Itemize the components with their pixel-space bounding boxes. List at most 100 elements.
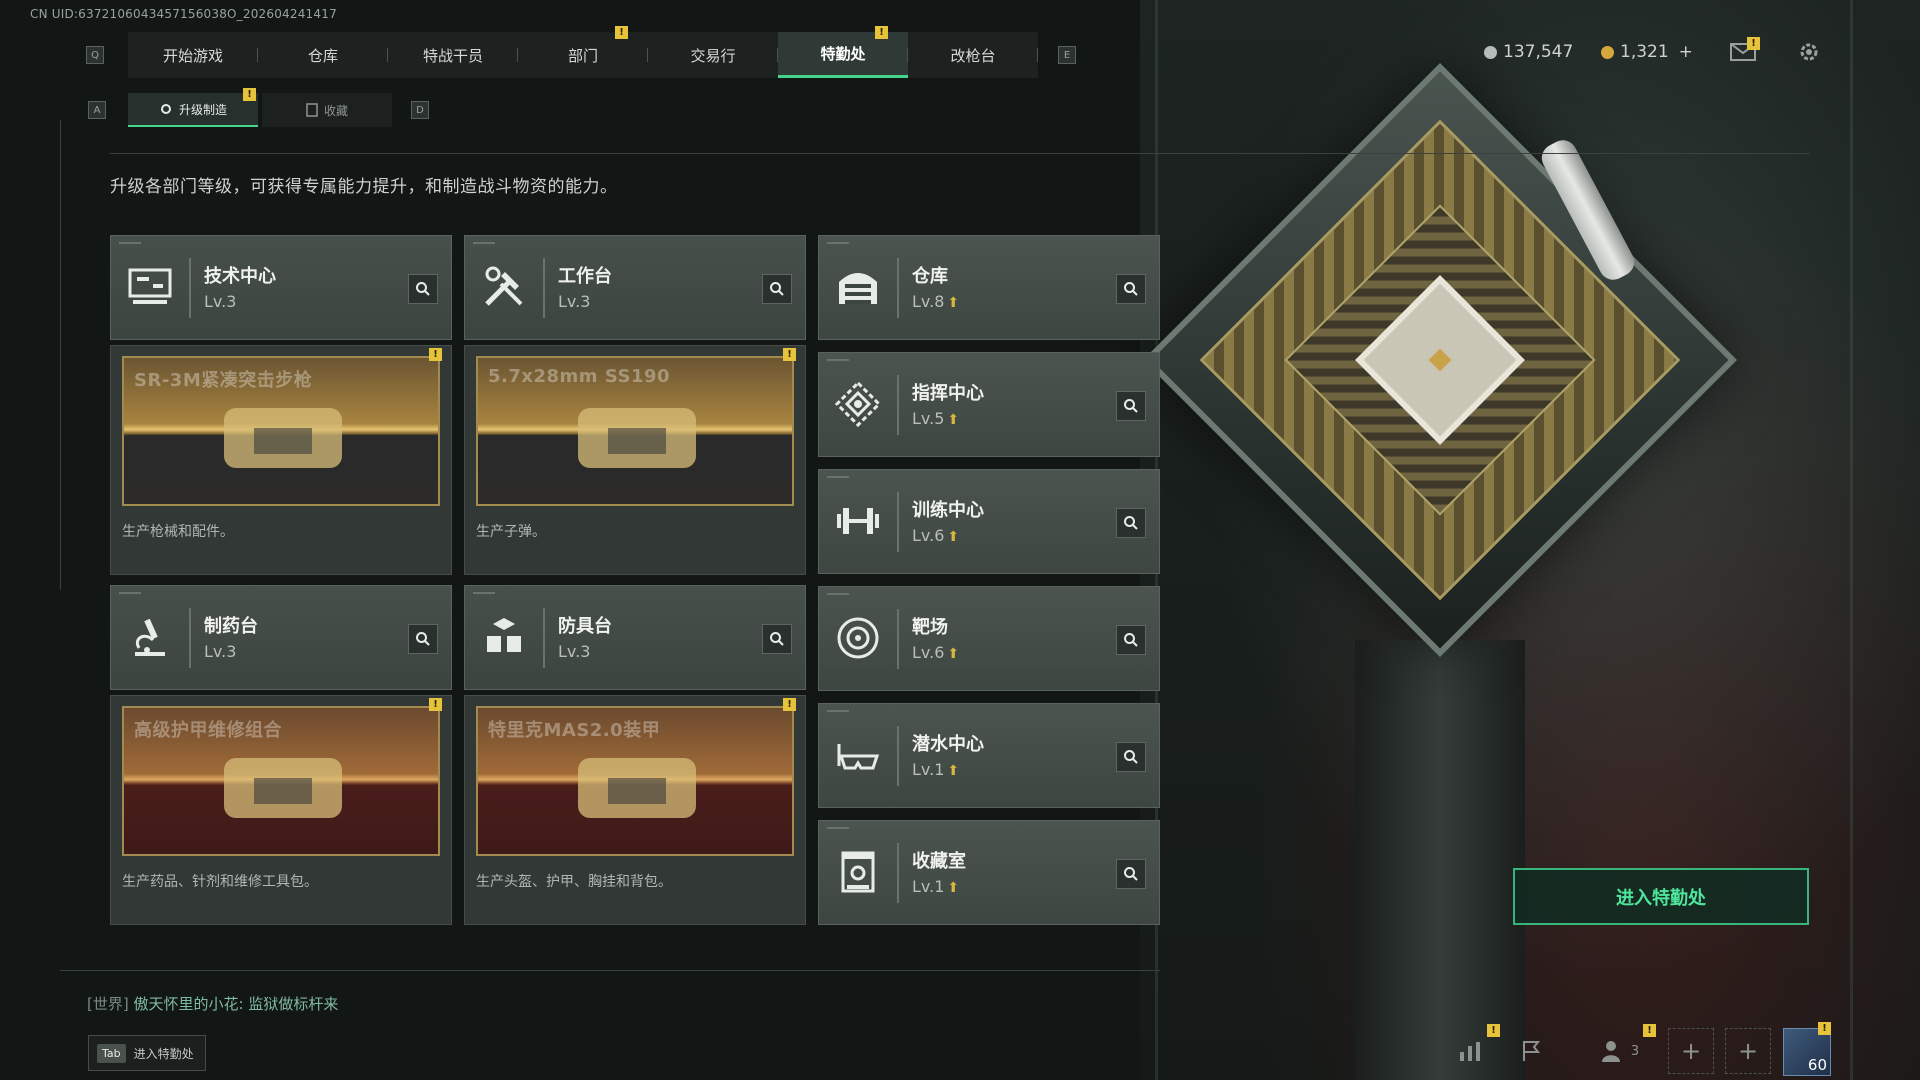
tab-1[interactable]: 仓库	[258, 32, 388, 78]
gold-currency[interactable]: 1,321 +	[1601, 42, 1693, 62]
tab-label: 交易行	[690, 46, 736, 65]
inspect-magnifier-icon[interactable]	[1116, 742, 1146, 772]
inspect-magnifier-icon[interactable]	[1116, 274, 1146, 304]
facility-name: 工作台	[558, 266, 612, 287]
chat-message: 傲天怀里的小花: 监狱做标杆来	[133, 995, 339, 1013]
tab-label: 特勤处	[820, 45, 866, 63]
goggles-icon	[833, 730, 883, 780]
add-slot-plus-icon[interactable]: +	[1725, 1028, 1771, 1074]
add-slot-plus-icon[interactable]: +	[1668, 1028, 1714, 1074]
subtab-collection[interactable]: 收藏	[262, 93, 392, 127]
product-description: 生产头盔、护甲、胸挂和背包。	[476, 874, 672, 890]
uid-label: CN UID:6372106043457156038O_202604241417	[30, 7, 337, 21]
facility-card-department-1[interactable]: 指挥中心 Lv.5 ⬆	[818, 352, 1160, 457]
inspect-magnifier-icon[interactable]	[408, 624, 438, 654]
subtab-upgrade-craft[interactable]: 升级制造	[128, 93, 258, 127]
facility-card-department-4[interactable]: 潜水中心 Lv.1 ⬆	[818, 703, 1160, 808]
enter-special-ops-button[interactable]: 进入特勤处	[1513, 868, 1809, 925]
facility-card-department-2[interactable]: 训练中心 Lv.6 ⬆	[818, 469, 1160, 574]
computer-icon	[125, 262, 175, 312]
inspect-magnifier-icon[interactable]	[1116, 391, 1146, 421]
facility-card-workshop-2[interactable]: 制药台 Lv.3	[110, 585, 452, 690]
product-description: 生产药品、针剂和维修工具包。	[122, 874, 318, 890]
gold-amount: 1,321	[1620, 42, 1669, 62]
card-separator	[897, 492, 899, 552]
level-text: Lv.3	[204, 292, 237, 311]
product-image: 5.7x28mm SS190	[476, 356, 794, 506]
decor-line	[60, 120, 61, 590]
level-text: Lv.6	[912, 643, 945, 662]
command-icon	[833, 379, 883, 429]
level-text: Lv.6	[912, 526, 945, 545]
product-description: 生产枪械和配件。	[122, 524, 234, 540]
slot-count: 60	[1807, 1056, 1827, 1074]
facility-card-department-0[interactable]: 仓库 Lv.8 ⬆	[818, 235, 1160, 340]
product-image: 高级护甲维修组合	[122, 706, 440, 856]
facility-card-workshop-0[interactable]: 技术中心 Lv.3	[110, 235, 452, 340]
add-currency-button[interactable]: +	[1679, 42, 1693, 62]
scene-divider	[1850, 0, 1853, 1080]
facility-name: 制药台	[204, 616, 258, 637]
flag-icon[interactable]	[1508, 1028, 1554, 1074]
inspect-magnifier-icon[interactable]	[762, 274, 792, 304]
tab-label: 仓库	[307, 46, 338, 65]
product-badge: !	[429, 698, 442, 711]
facility-card-workshop-1[interactable]: 工作台 Lv.3	[464, 235, 806, 340]
tab-shortcut-hint[interactable]: Tab 进入特勤处	[88, 1035, 206, 1071]
tab-label: 改枪台	[950, 46, 996, 65]
slot-badge: !	[1818, 1022, 1831, 1035]
card-separator	[189, 258, 191, 318]
tab-hint-label: 进入特勤处	[133, 1046, 194, 1061]
facility-card-workshop-3[interactable]: 防具台 Lv.3	[464, 585, 806, 690]
tab-0[interactable]: 开始游戏	[128, 32, 258, 78]
production-panel[interactable]: 5.7x28mm SS190 生产子弹。!	[464, 345, 806, 575]
inspect-magnifier-icon[interactable]	[1116, 859, 1146, 889]
level-text: Lv.5	[912, 409, 945, 428]
silver-currency: 137,547	[1484, 42, 1573, 62]
production-panel[interactable]: 高级护甲维修组合生产药品、针剂和维修工具包。!	[110, 695, 452, 925]
decor-line	[60, 970, 1160, 971]
key-hint-e: E	[1058, 46, 1076, 64]
key-hint-q: Q	[86, 46, 104, 64]
product-image: 特里克MAS2.0装甲	[476, 706, 794, 856]
production-panel[interactable]: SR-3M紧凑突击步枪 生产枪械和配件。!	[110, 345, 452, 575]
upgrade-arrow-icon: ⬆	[947, 646, 960, 662]
inspect-magnifier-icon[interactable]	[762, 624, 792, 654]
subtab-label: 升级制造	[178, 102, 227, 117]
page-description: 升级各部门等级，可获得专属能力提升，和制造战斗物资的能力。	[110, 177, 618, 197]
card-separator	[897, 726, 899, 786]
product-description: 生产子弹。	[476, 524, 546, 540]
tab-badge: !	[615, 26, 628, 39]
party-count: 3	[1630, 1043, 1640, 1059]
chat-line[interactable]: [世界] 傲天怀里的小花: 监狱做标杆来	[87, 993, 338, 1014]
microscope-icon	[125, 612, 175, 662]
tab-5[interactable]: 特勤处!	[778, 26, 908, 78]
mail-badge: !	[1747, 37, 1760, 50]
level-text: Lv.1	[912, 877, 945, 896]
level-text: Lv.1	[912, 760, 945, 779]
facility-card-department-3[interactable]: 靶场 Lv.6 ⬆	[818, 586, 1160, 691]
tab-label: 部门	[567, 46, 598, 65]
inspect-magnifier-icon[interactable]	[1116, 508, 1146, 538]
inspect-magnifier-icon[interactable]	[408, 274, 438, 304]
equipment-slot[interactable]: 60	[1783, 1028, 1831, 1076]
upgrade-arrow-icon: ⬆	[947, 412, 960, 428]
card-corner-mark	[827, 476, 849, 478]
tools-icon	[479, 262, 529, 312]
inspect-magnifier-icon[interactable]	[1116, 625, 1146, 655]
card-separator	[543, 608, 545, 668]
tab-6[interactable]: 改枪台	[908, 32, 1038, 78]
upgrade-arrow-icon: ⬆	[947, 529, 960, 545]
tab-2[interactable]: 特战干员	[388, 32, 518, 78]
tab-key: Tab	[97, 1043, 126, 1063]
tab-3[interactable]: 部门!	[518, 26, 648, 78]
tab-badge: !	[875, 26, 888, 39]
card-corner-mark	[827, 593, 849, 595]
facility-card-department-5[interactable]: 收藏室 Lv.1 ⬆	[818, 820, 1160, 925]
level-text: Lv.3	[558, 642, 591, 661]
tab-4[interactable]: 交易行	[648, 32, 778, 78]
product-silhouette	[578, 758, 696, 818]
level-text: Lv.8	[912, 292, 945, 311]
settings-gear-icon[interactable]	[1795, 40, 1823, 64]
production-panel[interactable]: 特里克MAS2.0装甲 生产头盔、护甲、胸挂和背包。!	[464, 695, 806, 925]
